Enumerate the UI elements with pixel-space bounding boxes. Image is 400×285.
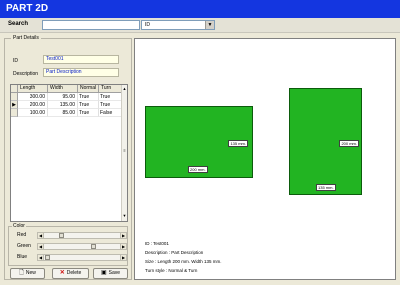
row-header[interactable]	[11, 93, 18, 101]
part-preview-canvas: 135 mm. 200 mm. 200 mm. 135 mm. ID : Tes…	[134, 38, 396, 280]
info-id: ID : Test001	[145, 241, 169, 246]
new-button[interactable]: 🗋 New	[10, 268, 45, 279]
floppy-disk-icon: ▣	[100, 270, 107, 276]
color-legend: Color	[12, 223, 26, 229]
save-button-label: Save	[108, 270, 121, 276]
x-icon: ✕	[59, 270, 65, 276]
table-vertical-scrollbar[interactable]: ▲ ≡ ▼	[121, 85, 127, 221]
blue-slider-thumb[interactable]	[45, 255, 50, 260]
dimension-label-length: 135 mm.	[316, 184, 336, 191]
table-cell-length[interactable]: 100.00	[18, 109, 48, 117]
slider-left-icon[interactable]: ◀	[38, 233, 44, 238]
table-cell-normal[interactable]: True	[78, 109, 99, 117]
red-slider-thumb[interactable]	[58, 233, 64, 238]
red-slider[interactable]: ◀ ▶	[37, 232, 127, 239]
delete-button[interactable]: ✕ Delete	[52, 268, 89, 279]
blue-label: Blue	[17, 254, 28, 260]
part-details-legend: Part Details	[11, 35, 41, 41]
column-header-normal[interactable]: Normal	[78, 85, 99, 93]
green-label: Green	[17, 243, 31, 249]
green-slider[interactable]: ◀ ▶	[37, 243, 127, 250]
chevron-down-icon[interactable]: ▼	[205, 21, 214, 29]
search-input[interactable]	[42, 20, 140, 30]
info-size: Size : Length 200 mm. Width 135 mm.	[145, 259, 222, 264]
table-cell-width[interactable]: 85.00	[48, 109, 78, 117]
dimension-label-length: 200 mm.	[188, 166, 208, 173]
row-header-corner	[11, 85, 18, 93]
scroll-grip-icon[interactable]: ≡	[122, 148, 127, 153]
table-cell-width[interactable]: 95.00	[48, 93, 78, 101]
scroll-up-icon[interactable]: ▲	[122, 86, 127, 91]
column-header-length[interactable]: Length	[18, 85, 48, 93]
slider-right-icon[interactable]: ▶	[120, 244, 126, 249]
table-cell-length[interactable]: 300.00	[18, 93, 48, 101]
column-header-turn[interactable]: Turn	[99, 85, 122, 93]
new-button-label: New	[25, 270, 36, 276]
delete-button-label: Delete	[66, 270, 82, 276]
title-bar: PART 2D	[0, 0, 400, 18]
dimensions-table[interactable]: Length Width Normal Turn 300.00 95.00 Tr…	[10, 84, 128, 222]
slider-right-icon[interactable]: ▶	[120, 233, 126, 238]
part-shape-normal: 135 mm. 200 mm.	[145, 106, 253, 178]
row-pointer-icon[interactable]: ▶	[11, 101, 18, 109]
part-shape-turned: 200 mm. 135 mm.	[289, 88, 362, 195]
red-label: Red	[17, 232, 27, 238]
blue-slider[interactable]: ◀ ▶	[37, 254, 127, 261]
id-field[interactable]: Test001	[43, 55, 119, 64]
table-cell-normal[interactable]: True	[78, 93, 99, 101]
app-title: PART 2D	[6, 3, 49, 14]
scroll-down-icon[interactable]: ▼	[122, 213, 127, 218]
info-turn-style: Turn style : Normal & Turn	[145, 268, 198, 273]
dimension-label-width: 200 mm.	[339, 140, 359, 147]
slider-left-icon[interactable]: ◀	[38, 244, 44, 249]
id-label: ID	[13, 58, 18, 64]
column-header-width[interactable]: Width	[48, 85, 78, 93]
row-header[interactable]	[11, 109, 18, 117]
table-cell-width[interactable]: 135.00	[48, 101, 78, 109]
search-bar: Search ID ▼	[0, 18, 400, 33]
search-field-select[interactable]: ID ▼	[141, 20, 215, 30]
table-cell-normal[interactable]: True	[78, 101, 99, 109]
slider-left-icon[interactable]: ◀	[38, 255, 44, 260]
save-button[interactable]: ▣ Save	[93, 268, 128, 279]
search-label: Search	[8, 21, 29, 27]
slider-right-icon[interactable]: ▶	[120, 255, 126, 260]
table-cell-turn[interactable]: False	[99, 109, 122, 117]
info-description: Description : Part Description	[145, 250, 204, 255]
table-cell-turn[interactable]: True	[99, 101, 122, 109]
description-label: Description	[13, 71, 39, 77]
green-slider-thumb[interactable]	[91, 244, 97, 249]
color-panel: Color Red ◀ ▶ Green ◀ ▶ Blue ◀ ▶	[8, 223, 128, 266]
table-cell-length[interactable]: 200.00	[18, 101, 48, 109]
search-field-value: ID	[145, 22, 150, 28]
table-cell-turn[interactable]: True	[99, 93, 122, 101]
dimension-label-width: 135 mm.	[228, 140, 248, 147]
description-field[interactable]: Part Description	[43, 68, 119, 77]
page-icon: 🗋	[19, 270, 24, 276]
